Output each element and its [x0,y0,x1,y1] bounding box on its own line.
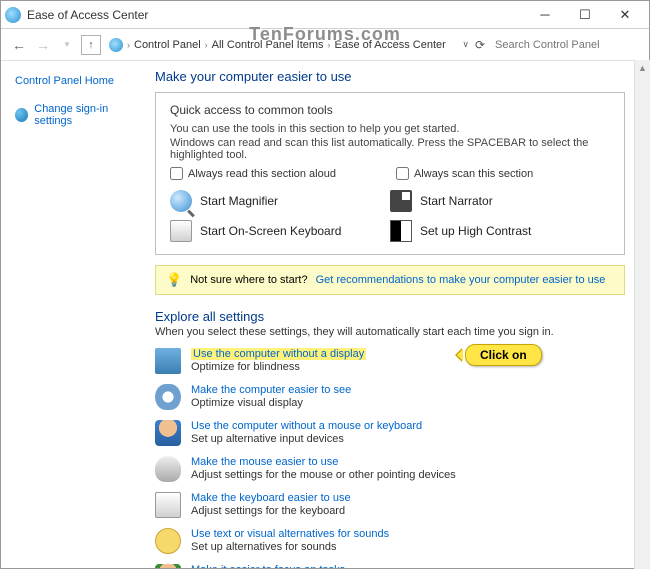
signin-icon [15,108,28,122]
setting-desc: Set up alternative input devices [191,433,422,445]
setting-desc: Set up alternatives for sounds [191,541,389,553]
up-button[interactable]: ↑ [81,35,101,55]
setting-link[interactable]: Make the computer easier to see [191,384,351,396]
search-input[interactable] [491,34,641,56]
main-content: Make your computer easier to use Quick a… [151,61,649,568]
quick-desc: You can use the tools in this section to… [170,123,610,135]
setting-link[interactable]: Make the keyboard easier to use [191,492,351,504]
quick-title: Quick access to common tools [170,103,610,117]
scroll-up-icon[interactable]: ▲ [635,60,650,76]
window-title: Ease of Access Center [27,8,148,22]
bulb-icon: 💡 [166,272,182,288]
setting-item: Use the computer without a displayOptimi… [155,348,625,374]
maximize-button[interactable]: ☐ [565,3,605,27]
tool-magnifier[interactable]: Start Magnifier [170,190,390,212]
tool-contrast[interactable]: Set up High Contrast [390,220,610,242]
magnifier-icon [170,190,192,212]
breadcrumb-item[interactable]: Control Panel [134,39,201,51]
setting-item: Make the keyboard easier to useAdjust se… [155,492,625,518]
refresh-button[interactable]: ⟳ [475,38,485,52]
breadcrumb-icon [109,38,123,52]
setting-desc: Optimize visual display [191,397,351,409]
tip-link[interactable]: Get recommendations to make your compute… [316,274,606,286]
tool-narrator[interactable]: Start Narrator [390,190,610,212]
setting-item: Make it easier to focus on tasksAdjust s… [155,564,625,568]
setting-icon [155,564,181,568]
narrator-icon [390,190,412,212]
settings-list: Use the computer without a displayOptimi… [155,348,625,568]
setting-link[interactable]: Make the mouse easier to use [191,456,456,468]
check-scan[interactable]: Always scan this section [396,167,533,180]
checkbox-scan[interactable] [396,167,409,180]
check-read-aloud[interactable]: Always read this section aloud [170,167,336,180]
setting-item: Use text or visual alternatives for soun… [155,528,625,554]
setting-desc: Adjust settings for the keyboard [191,505,351,517]
quick-access-box: Quick access to common tools You can use… [155,92,625,255]
setting-link[interactable]: Make it easier to focus on tasks [191,564,372,568]
breadcrumb-item[interactable]: All Control Panel Items [212,39,324,51]
setting-icon [155,456,181,482]
contrast-icon [390,220,412,242]
checkbox-read-aloud[interactable] [170,167,183,180]
title-bar: Ease of Access Center ─ ☐ ✕ [1,1,649,29]
explore-desc: When you select these settings, they wil… [155,326,625,338]
close-button[interactable]: ✕ [605,3,645,27]
minimize-button[interactable]: ─ [525,3,565,27]
tool-osk[interactable]: Start On-Screen Keyboard [170,220,390,242]
setting-link[interactable]: Use the computer without a display [191,348,366,360]
forward-button[interactable]: → [33,35,53,55]
app-icon [5,7,21,23]
setting-icon [155,492,181,518]
setting-link[interactable]: Use the computer without a mouse or keyb… [191,420,422,432]
breadcrumb-item[interactable]: Ease of Access Center [335,39,446,51]
page-title: Make your computer easier to use [155,69,625,84]
setting-desc: Optimize for blindness [191,361,366,373]
sidebar: Control Panel Home Change sign-in settin… [1,61,151,568]
tip-bar: 💡 Not sure where to start? Get recommend… [155,265,625,295]
sidebar-item-label: Change sign-in settings [34,103,143,127]
setting-desc: Adjust settings for the mouse or other p… [191,469,456,481]
explore-title: Explore all settings [155,309,625,324]
sidebar-home-link[interactable]: Control Panel Home [15,75,143,87]
tip-text: Not sure where to start? [190,274,307,286]
scrollbar[interactable]: ▲ [634,60,650,569]
setting-item: Make the computer easier to seeOptimize … [155,384,625,410]
setting-item: Use the computer without a mouse or keyb… [155,420,625,446]
sidebar-item-signin[interactable]: Change sign-in settings [15,103,143,127]
back-button[interactable]: ← [9,35,29,55]
breadcrumb-dropdown[interactable]: ∨ [462,39,469,50]
breadcrumb[interactable]: › Control Panel › All Control Panel Item… [109,38,458,52]
setting-icon [155,384,181,410]
setting-icon [155,420,181,446]
setting-icon [155,348,181,374]
setting-link[interactable]: Use text or visual alternatives for soun… [191,528,389,540]
recent-dropdown[interactable]: ▾ [57,35,77,55]
setting-item: Make the mouse easier to useAdjust setti… [155,456,625,482]
nav-bar: ← → ▾ ↑ › Control Panel › All Control Pa… [1,29,649,61]
setting-icon [155,528,181,554]
keyboard-icon [170,220,192,242]
callout-annotation: Click on [465,344,542,366]
quick-hint: Windows can read and scan this list auto… [170,137,610,161]
